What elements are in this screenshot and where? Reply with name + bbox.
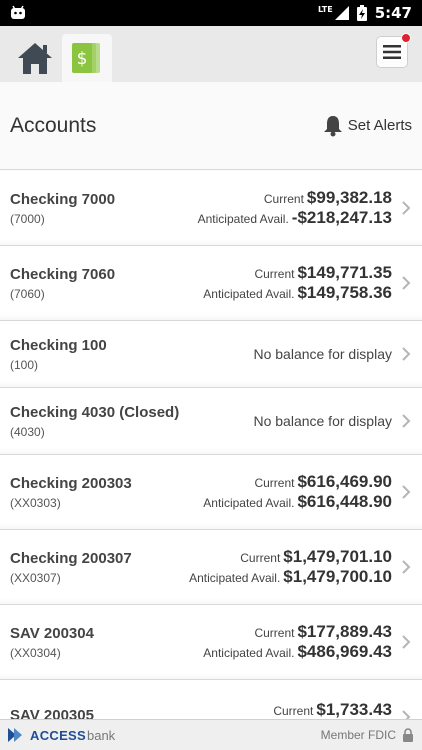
lock-icon (403, 727, 413, 742)
brand-name: ACCESS (30, 727, 86, 743)
hamburger-icon (383, 45, 401, 59)
account-number: (7000) (10, 211, 45, 226)
status-bar: LTE 5:47 (0, 0, 422, 26)
chevron-right-icon (402, 635, 411, 649)
account-name: Checking 200303 (10, 474, 132, 492)
account-row[interactable]: Checking 100 (100) No balance for displa… (0, 321, 422, 388)
clock: 5:47 (374, 4, 412, 22)
account-number: (XX0303) (10, 495, 61, 510)
brand-suffix: bank (86, 727, 116, 743)
bank-logo-mark-icon (8, 728, 22, 742)
account-number: (100) (10, 357, 39, 372)
anticipated-label: Anticipated Avail. (203, 496, 295, 510)
account-row[interactable]: Checking 7060 (7060) Current $149,771.35 … (0, 246, 422, 321)
set-alerts-label: Set Alerts (347, 117, 412, 134)
chevron-right-icon (402, 560, 411, 574)
account-name: Checking 7000 (10, 190, 116, 208)
current-balance: $99,382.18 (306, 188, 392, 207)
notification-dot (401, 33, 411, 43)
fdic-text: Member FDIC (320, 728, 396, 742)
account-name: Checking 7060 (10, 265, 116, 283)
anticipated-label: Anticipated Avail. (197, 212, 289, 226)
account-name: Checking 4030 (Closed) (10, 403, 180, 421)
account-name: Checking 100 (10, 336, 107, 354)
top-nav: $ (0, 26, 422, 82)
current-balance: $1,479,701.10 (283, 547, 392, 566)
account-row[interactable]: Checking 200303 (XX0303) Current $616,469… (0, 455, 422, 530)
current-balance: $149,771.35 (297, 263, 392, 282)
signal-icon (334, 6, 349, 20)
tab-accounts[interactable]: $ (62, 34, 112, 82)
current-label: Current (273, 704, 314, 718)
current-label: Current (240, 551, 281, 565)
anticipated-label: Anticipated Avail. (203, 646, 295, 660)
account-row[interactable]: SAV 200305 Current$1,733.43 Anticipated … (0, 680, 422, 719)
anticipated-balance: -$218,247.13 (291, 208, 392, 227)
account-name: SAV 200304 (10, 624, 94, 642)
chevron-right-icon (402, 414, 411, 428)
home-icon (18, 43, 52, 74)
no-balance-text: No balance for display (253, 346, 392, 362)
chevron-right-icon (402, 485, 411, 499)
account-row[interactable]: Checking 7000 (7000) Current $99,382.18 A… (0, 171, 422, 246)
current-label: Current (254, 626, 295, 640)
account-number: (7060) (10, 286, 45, 301)
page-title: Accounts (10, 113, 97, 137)
set-alerts-button[interactable]: Set Alerts (323, 115, 412, 137)
chevron-right-icon (402, 347, 411, 361)
dollar-icon: $ (72, 43, 100, 73)
network-type: LTE (317, 4, 333, 14)
bank-logo: ACCESS bank (8, 728, 115, 743)
chevron-right-icon (402, 201, 411, 215)
accounts-list: Checking 7000 (7000) Current $99,382.18 A… (0, 171, 422, 719)
menu-button[interactable] (376, 33, 411, 68)
current-label: Current (263, 192, 304, 206)
account-name: Checking 200307 (10, 549, 132, 567)
account-number: (4030) (10, 424, 45, 439)
current-balance: $177,889.43 (297, 622, 392, 641)
chevron-right-icon (402, 276, 411, 290)
account-row[interactable]: SAV 200304 (XX0304) Current $177,889.43 A… (0, 605, 422, 680)
anticipated-balance: $486,969.43 (297, 642, 392, 661)
android-icon (11, 5, 25, 19)
chevron-right-icon (402, 710, 411, 719)
page-header: Accounts Set Alerts (0, 82, 422, 170)
anticipated-label: Anticipated Avail. (203, 287, 295, 301)
anticipated-balance: $616,448.90 (297, 492, 392, 511)
account-number: (XX0304) (10, 645, 61, 660)
current-balance: $1,733.43 (316, 700, 392, 719)
account-row[interactable]: Checking 4030 (Closed) (4030) No balance… (0, 388, 422, 455)
current-label: Current (254, 267, 295, 281)
current-balance: $616,469.90 (297, 472, 392, 491)
account-row[interactable]: Checking 200307 (XX0307) Current $1,479,7… (0, 530, 422, 605)
anticipated-balance: $1,479,700.10 (283, 567, 392, 586)
current-label: Current (254, 476, 295, 490)
anticipated-balance: $149,758.36 (297, 283, 392, 302)
battery-icon (356, 5, 367, 21)
tab-home[interactable] (10, 34, 60, 82)
account-name: SAV 200305 (10, 706, 94, 720)
bell-icon (323, 115, 342, 136)
account-number: (XX0307) (10, 570, 61, 585)
footer: ACCESS bank Member FDIC (0, 719, 422, 750)
anticipated-label: Anticipated Avail. (189, 571, 281, 585)
svg-text:$: $ (77, 49, 88, 69)
no-balance-text: No balance for display (253, 413, 392, 429)
